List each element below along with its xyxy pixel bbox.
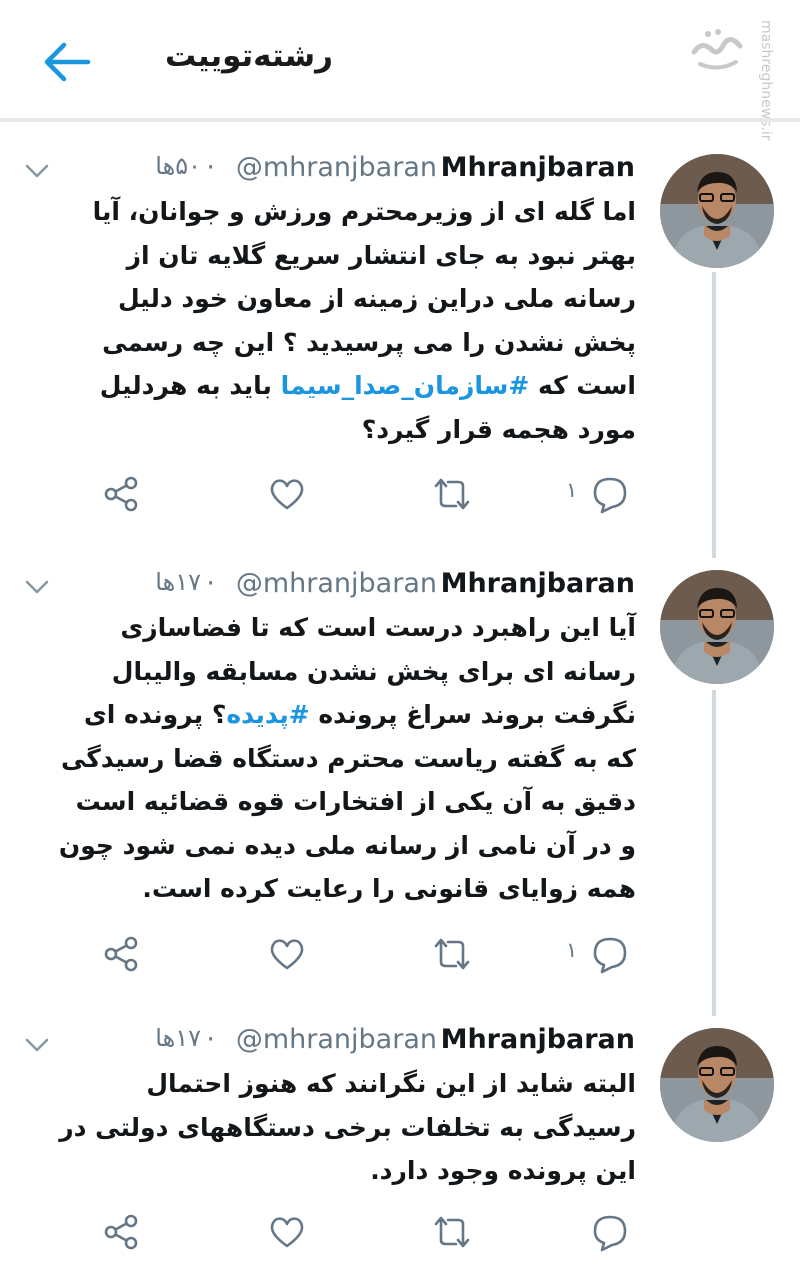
display-name[interactable]: Mhranjbaran (441, 568, 635, 599)
tweet[interactable]: Mhranjbaran @mhranjbaran · ۱۷ها آیا این … (0, 558, 800, 998)
tweet-text-part: اما گله ای از وزیرمحترم ورزش و جوانان، آ… (92, 197, 636, 400)
tweet[interactable]: Mhranjbaran @mhranjbaran · ۵۰ها اما گله … (0, 140, 800, 540)
avatar[interactable] (660, 1028, 774, 1142)
share-icon[interactable] (101, 474, 141, 514)
tweet-text: البته شاید از این نگرانند که هنوز احتمال… (56, 1062, 636, 1193)
top-bar: رشته‌توییت mashreghnews.ir (0, 0, 800, 141)
retweet-icon[interactable] (432, 934, 472, 974)
hashtag-link[interactable]: #پدیده (226, 700, 309, 729)
reply-count: ۱ (566, 938, 578, 962)
heart-icon[interactable] (267, 474, 307, 514)
display-name[interactable]: Mhranjbaran (441, 1024, 635, 1055)
reply-count: ۱ (566, 478, 578, 502)
retweet-icon[interactable] (432, 1212, 472, 1252)
username[interactable]: @mhranjbaran (236, 152, 437, 183)
tweet-text: آیا این راهبرد درست است که تا فضاسازی رس… (56, 606, 636, 911)
arrow-left-icon[interactable] (38, 38, 94, 86)
chevron-down-icon[interactable] (24, 162, 50, 180)
username[interactable]: @mhranjbaran (236, 568, 437, 599)
retweet-icon[interactable] (432, 474, 472, 514)
share-icon[interactable] (101, 934, 141, 974)
username[interactable]: @mhranjbaran (236, 1024, 437, 1055)
heart-icon[interactable] (267, 934, 307, 974)
share-icon[interactable] (101, 1212, 141, 1252)
separator-dot: · (206, 1024, 215, 1055)
tweet-actions (0, 1212, 660, 1256)
timestamp[interactable]: ۱۷ها (155, 568, 201, 596)
timestamp[interactable]: ۵۰ها (155, 152, 201, 180)
chevron-down-icon[interactable] (24, 578, 50, 596)
tweet[interactable]: Mhranjbaran @mhranjbaran · ۱۷ها البته شا… (0, 1016, 800, 1262)
reply-icon[interactable] (590, 934, 630, 974)
tweet-header: Mhranjbaran @mhranjbaran · ۵۰ها (140, 152, 635, 188)
tweet-text-part: البته شاید از این نگرانند که هنوز احتمال… (59, 1069, 636, 1185)
tweet-header: Mhranjbaran @mhranjbaran · ۱۷ها (140, 1024, 635, 1060)
heart-icon[interactable] (267, 1212, 307, 1252)
page-title: رشته‌توییت (165, 38, 333, 74)
watermark-logo (688, 22, 748, 78)
tweet-text-part: ؟ پرونده ای که به گفته ریاست محترم دستگا… (58, 700, 636, 903)
tweet-text: اما گله ای از وزیرمحترم ورزش و جوانان، آ… (56, 190, 636, 451)
reply-icon[interactable] (590, 1212, 630, 1252)
avatar[interactable] (660, 154, 774, 268)
reply-icon[interactable] (590, 474, 630, 514)
tweet-actions: ۱ (0, 474, 660, 518)
separator-dot: · (206, 152, 215, 183)
display-name[interactable]: Mhranjbaran (441, 152, 635, 183)
header-divider (0, 118, 800, 122)
chevron-down-icon[interactable] (24, 1036, 50, 1054)
timestamp[interactable]: ۱۷ها (155, 1024, 201, 1052)
tweet-actions: ۱ (0, 934, 660, 978)
hashtag-link[interactable]: #سازمان_صدا_سیما (281, 371, 530, 400)
separator-dot: · (206, 568, 215, 599)
avatar[interactable] (660, 570, 774, 684)
tweet-header: Mhranjbaran @mhranjbaran · ۱۷ها (140, 568, 635, 604)
